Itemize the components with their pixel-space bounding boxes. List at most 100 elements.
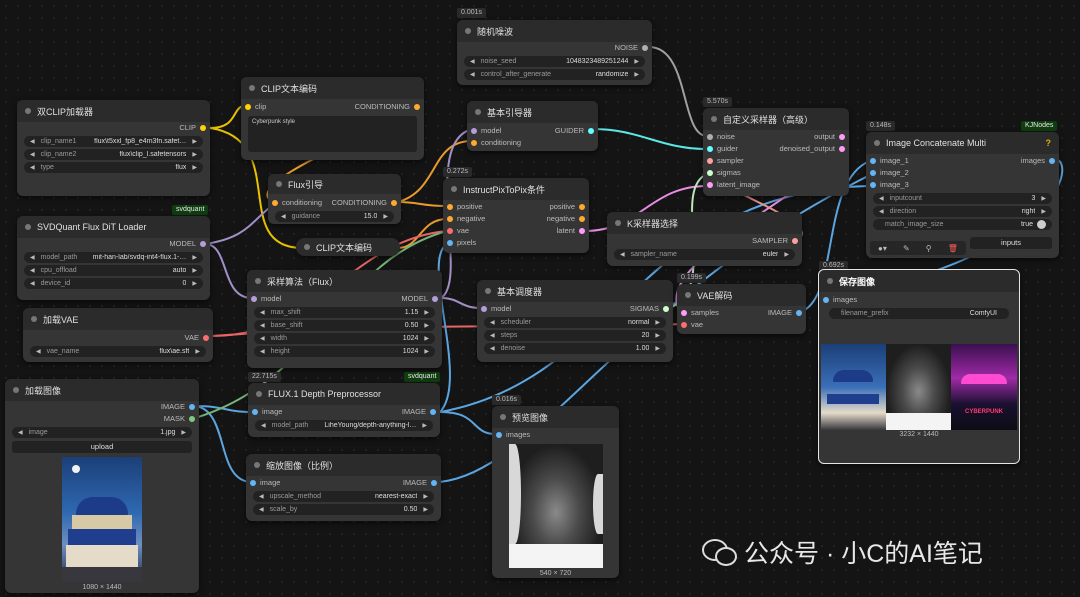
- image-2-input-pin[interactable]: [870, 170, 876, 176]
- sigmas-output-pin[interactable]: [663, 306, 669, 312]
- load-vae-node[interactable]: 加载VAE VAE ◀ vae_name flux\ae.sft ▶: [23, 308, 213, 362]
- noise-input-pin[interactable]: [707, 134, 713, 140]
- sampler-input-pin[interactable]: [707, 158, 713, 164]
- left-arrow-icon[interactable]: ◀: [620, 251, 625, 258]
- left-arrow-icon[interactable]: ◀: [879, 195, 884, 202]
- left-arrow-icon[interactable]: ◀: [490, 319, 495, 326]
- left-arrow-icon[interactable]: ◀: [470, 71, 475, 78]
- inputcount-widget[interactable]: ◀ inputcount 3 ▶: [873, 193, 1052, 204]
- left-arrow-icon[interactable]: ◀: [30, 138, 35, 145]
- guidance-widget[interactable]: ◀ guidance 15.0 ▶: [275, 211, 394, 222]
- base-shift-widget[interactable]: ◀ base_shift 0.50 ▶: [254, 320, 435, 331]
- model-input-pin[interactable]: [481, 306, 487, 312]
- clip-output-pin[interactable]: [200, 125, 206, 131]
- right-arrow-icon[interactable]: ▶: [192, 151, 197, 158]
- noise-output-pin[interactable]: [642, 45, 648, 51]
- left-arrow-icon[interactable]: ◀: [261, 422, 266, 429]
- max-shift-widget[interactable]: ◀ max_shift 1.15 ▶: [254, 307, 435, 318]
- clip-text-encode-collapsed-node[interactable]: CLIP文本编码: [296, 238, 400, 256]
- model-output-pin[interactable]: [200, 241, 206, 247]
- load-image-node[interactable]: 加载图像 IMAGE MASK ◀ image 1.jpg ▶ upload 1080…: [5, 379, 199, 593]
- type-widget[interactable]: ◀ type flux ▶: [24, 162, 203, 173]
- help-icon[interactable]: ?: [1046, 138, 1052, 148]
- depth-preprocessor-node[interactable]: FLUX.1 Depth Preprocessor image IMAGE ◀ mo…: [248, 383, 440, 437]
- samples-input-pin[interactable]: [681, 310, 687, 316]
- pixels-input-pin[interactable]: [447, 240, 453, 246]
- upscale-method-widget[interactable]: ◀ upscale_method nearest-exact ▶: [253, 491, 434, 502]
- conditioning-output-pin[interactable]: [391, 200, 397, 206]
- scheduler-widget[interactable]: ◀ scheduler normal ▶: [484, 317, 666, 328]
- guider-input-pin[interactable]: [707, 146, 713, 152]
- right-arrow-icon[interactable]: ▶: [655, 319, 660, 326]
- output-pin[interactable]: [839, 134, 845, 140]
- sampler-name-widget[interactable]: ◀ sampler_name euler ▶: [614, 249, 795, 260]
- right-arrow-icon[interactable]: ▶: [192, 254, 197, 261]
- right-arrow-icon[interactable]: ▶: [192, 164, 197, 171]
- save-image-node[interactable]: 保存图像 images filename_prefix ComfyUI CYBER…: [818, 269, 1020, 464]
- flux-guidance-node[interactable]: Flux引导 conditioning CONDITIONING ◀ guidanc…: [268, 174, 401, 224]
- left-arrow-icon[interactable]: ◀: [30, 267, 35, 274]
- right-arrow-icon[interactable]: ▶: [655, 332, 660, 339]
- left-arrow-icon[interactable]: ◀: [490, 345, 495, 352]
- image-select-widget[interactable]: ◀ image 1.jpg ▶: [12, 427, 192, 438]
- control-after-generate-widget[interactable]: ◀ control_after_generate randomize ▶: [464, 69, 645, 80]
- dual-clip-loader-node[interactable]: 双CLIP加载器 CLIP ◀ clip_name1 flux\t5xxl_fp8_…: [17, 100, 210, 196]
- left-arrow-icon[interactable]: ◀: [259, 506, 264, 513]
- image-concatenate-multi-node[interactable]: Image Concatenate Multi? image_1 images i…: [866, 132, 1059, 258]
- right-arrow-icon[interactable]: ▶: [424, 335, 429, 342]
- steps-widget[interactable]: ◀ steps 20 ▶: [484, 330, 666, 341]
- update-inputs-button[interactable]: inputs: [970, 237, 1052, 249]
- scale-by-widget[interactable]: ◀ scale_by 0.50 ▶: [253, 504, 434, 515]
- images-input-pin[interactable]: [496, 432, 502, 438]
- latent-output-pin[interactable]: [579, 228, 585, 234]
- right-arrow-icon[interactable]: ▶: [424, 322, 429, 329]
- model-path-widget[interactable]: ◀ model_path LiheYoung/depth-anything-l… ▶: [255, 420, 433, 431]
- direction-widget[interactable]: ◀ direction right ▶: [873, 206, 1052, 217]
- left-arrow-icon[interactable]: ◀: [281, 213, 286, 220]
- height-widget[interactable]: ◀ height 1024 ▶: [254, 346, 435, 357]
- delete-icon[interactable]: 🗑: [948, 244, 958, 253]
- right-arrow-icon[interactable]: ▶: [784, 251, 789, 258]
- right-arrow-icon[interactable]: ▶: [383, 213, 388, 220]
- right-arrow-icon[interactable]: ▶: [192, 138, 197, 145]
- image-3-input-pin[interactable]: [870, 182, 876, 188]
- left-arrow-icon[interactable]: ◀: [30, 254, 35, 261]
- model-path-widget[interactable]: ◀ model_path mit-han-lab/svdq-int4-flux.1-…: [24, 252, 203, 263]
- basic-scheduler-node[interactable]: 基本调度器 model SIGMAS ◀ scheduler normal ▶ ◀ ste…: [477, 280, 673, 362]
- right-arrow-icon[interactable]: ▶: [423, 506, 428, 513]
- model-sampling-flux-node[interactable]: 采样算法（Flux） model MODEL ◀ max_shift 1.15 ▶ ◀ b…: [247, 270, 442, 368]
- denoise-widget[interactable]: ◀ denoise 1.00 ▶: [484, 343, 666, 354]
- left-arrow-icon[interactable]: ◀: [490, 332, 495, 339]
- latent-image-input-pin[interactable]: [707, 182, 713, 188]
- vae-decode-node[interactable]: VAE解码 samples IMAGE vae: [677, 284, 806, 334]
- left-arrow-icon[interactable]: ◀: [30, 280, 35, 287]
- vae-input-pin[interactable]: [447, 228, 453, 234]
- image-input-pin[interactable]: [252, 409, 258, 415]
- right-arrow-icon[interactable]: ▶: [634, 58, 639, 65]
- device-id-widget[interactable]: ◀ device_id 0 ▶: [24, 278, 203, 289]
- noise-seed-widget[interactable]: ◀ noise_seed 1048323489251244 ▶: [464, 56, 645, 67]
- image-output-pin[interactable]: [430, 409, 436, 415]
- right-arrow-icon[interactable]: ▶: [192, 267, 197, 274]
- right-arrow-icon[interactable]: ▶: [634, 71, 639, 78]
- conditioning-input-pin[interactable]: [272, 200, 278, 206]
- custom-sampler-advanced-node[interactable]: 自定义采样器（高级） noise output guider denoised_ou…: [703, 108, 849, 196]
- right-arrow-icon[interactable]: ▶: [655, 345, 660, 352]
- denoised-output-pin[interactable]: [839, 146, 845, 152]
- sigmas-input-pin[interactable]: [707, 170, 713, 176]
- model-input-pin[interactable]: [471, 128, 477, 134]
- left-arrow-icon[interactable]: ◀: [30, 151, 35, 158]
- right-arrow-icon[interactable]: ▶: [1041, 208, 1046, 215]
- conditioning-output-pin[interactable]: [414, 104, 420, 110]
- right-arrow-icon[interactable]: ▶: [181, 429, 186, 436]
- left-arrow-icon[interactable]: ◀: [260, 335, 265, 342]
- clip-name1-widget[interactable]: ◀ clip_name1 flux\t5xxl_fp8_e4m3fn.safet… ▶: [24, 136, 203, 147]
- right-arrow-icon[interactable]: ▶: [424, 348, 429, 355]
- basic-guider-node[interactable]: 基本引导器 model GUIDER conditioning: [467, 101, 598, 151]
- images-output-pin[interactable]: [1049, 158, 1055, 164]
- vae-name-widget[interactable]: ◀ vae_name flux\ae.sft ▶: [30, 346, 206, 357]
- model-output-pin[interactable]: [432, 296, 438, 302]
- left-arrow-icon[interactable]: ◀: [259, 493, 264, 500]
- left-arrow-icon[interactable]: ◀: [260, 309, 265, 316]
- right-arrow-icon[interactable]: ▶: [195, 348, 200, 355]
